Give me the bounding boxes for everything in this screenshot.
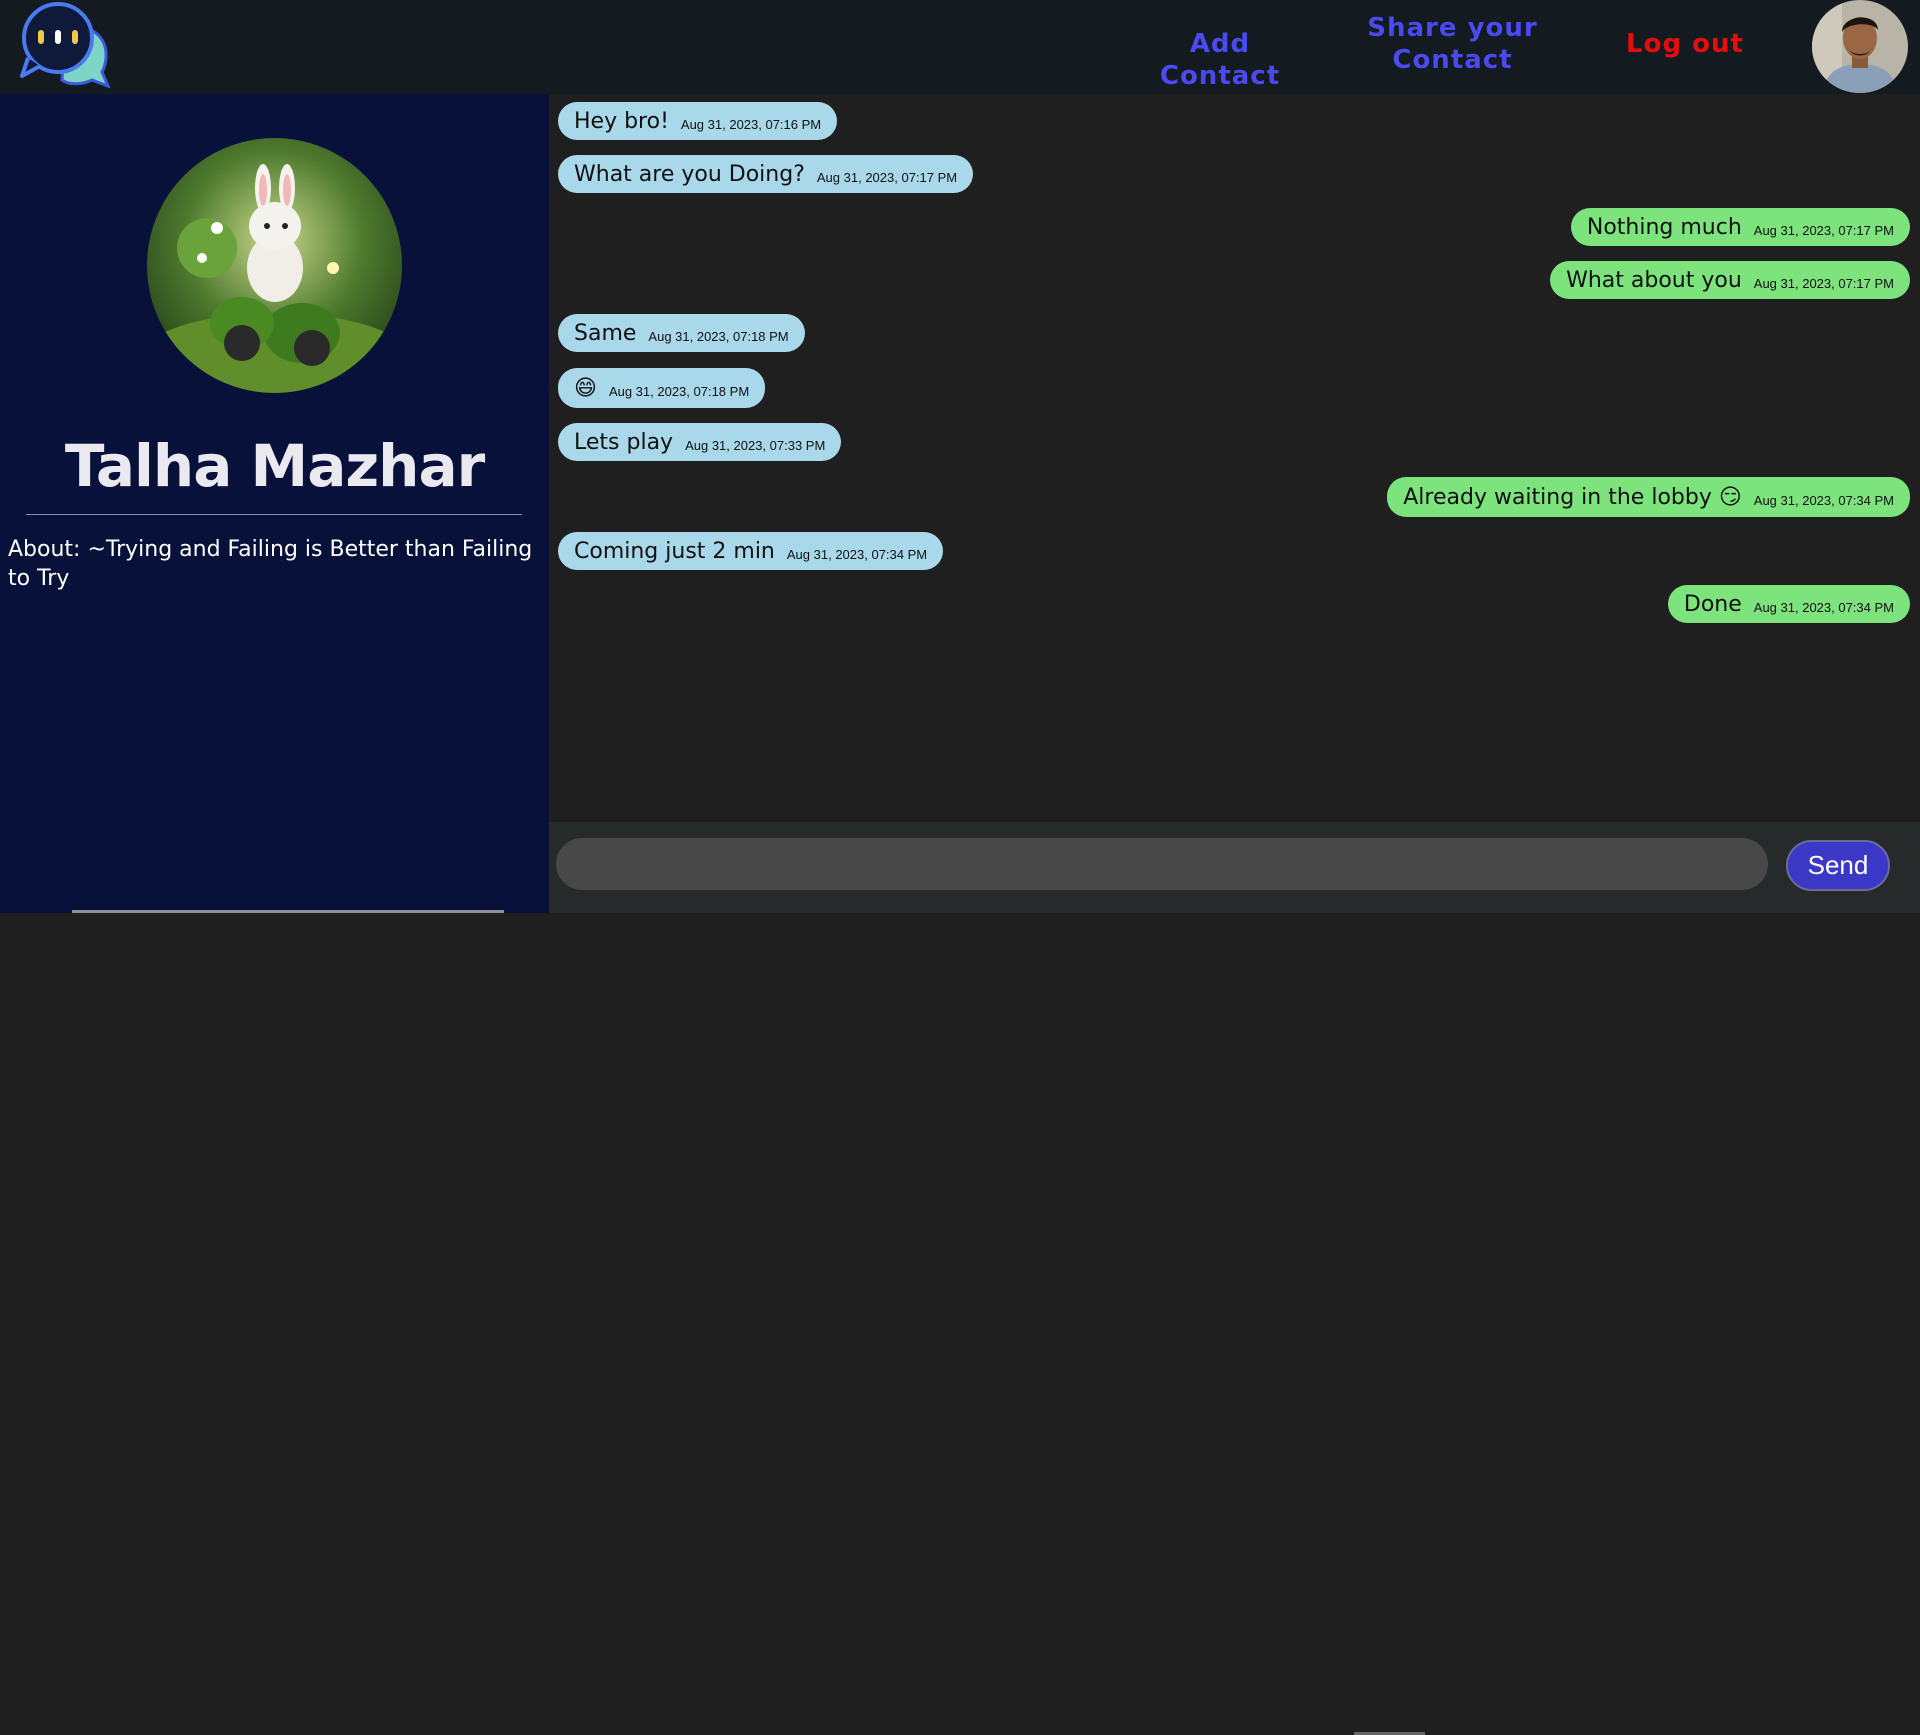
message-row: 😄 Aug 31, 2023, 07:18 PM: [549, 368, 1920, 408]
message-bubble-outgoing[interactable]: Done Aug 31, 2023, 07:34 PM: [1667, 585, 1910, 623]
message-timestamp: Aug 31, 2023, 07:18 PM: [648, 328, 789, 344]
message-bubble-outgoing[interactable]: What about you Aug 31, 2023, 07:17 PM: [1550, 261, 1910, 299]
message-text: Nothing much: [1586, 214, 1742, 240]
message-timestamp: Aug 31, 2023, 07:17 PM: [816, 169, 958, 185]
message-timestamp: Aug 31, 2023, 07:17 PM: [1753, 222, 1894, 238]
contact-profile-panel: Talha Mazhar About: ~Trying and Failing …: [0, 94, 549, 913]
message-text: Lets play: [574, 429, 674, 455]
message-bubble-incoming[interactable]: What are you Doing? Aug 31, 2023, 07:17 …: [558, 155, 974, 193]
contact-profile-picture: [147, 138, 402, 393]
add-contact-link[interactable]: Add Contact: [1130, 28, 1310, 92]
user-avatar[interactable]: [1812, 0, 1908, 93]
message-bubble-incoming[interactable]: Hey bro! Aug 31, 2023, 07:16 PM: [558, 102, 838, 140]
logout-link[interactable]: Log out: [1615, 28, 1755, 60]
message-row: Hey bro! Aug 31, 2023, 07:16 PM: [549, 102, 1920, 142]
message-input[interactable]: [556, 838, 1768, 890]
message-row: Nothing much Aug 31, 2023, 07:17 PM: [549, 208, 1920, 248]
message-bubble-incoming[interactable]: Same Aug 31, 2023, 07:18 PM: [558, 314, 805, 352]
message-text: Hey bro!: [574, 108, 669, 134]
send-button[interactable]: Send: [1786, 840, 1890, 891]
message-row: What about you Aug 31, 2023, 07:17 PM: [549, 261, 1920, 301]
message-text: Done: [1683, 591, 1742, 617]
message-bubble-outgoing[interactable]: Nothing much Aug 31, 2023, 07:17 PM: [1570, 208, 1910, 246]
message-text: 😄: [574, 375, 597, 401]
message-timestamp: Aug 31, 2023, 07:34 PM: [786, 546, 928, 562]
message-row: Already waiting in the lobby 😏 Aug 31, 2…: [549, 477, 1920, 517]
contact-about: About: ~Trying and Failing is Better tha…: [8, 537, 533, 591]
message-row: Coming just 2 min Aug 31, 2023, 07:34 PM: [549, 532, 1920, 572]
message-bubble-incoming[interactable]: Coming just 2 min Aug 31, 2023, 07:34 PM: [558, 532, 944, 570]
message-bubble-incoming[interactable]: 😄 Aug 31, 2023, 07:18 PM: [558, 368, 766, 408]
top-navbar: Add Contact Share your Contact Log out: [0, 0, 1920, 94]
message-timestamp: Aug 31, 2023, 07:33 PM: [685, 437, 826, 453]
message-composer: Send: [549, 822, 1920, 1735]
message-text: Coming just 2 min: [574, 538, 775, 564]
message-timestamp: Aug 31, 2023, 07:16 PM: [680, 116, 822, 132]
message-text: What are you Doing?: [574, 161, 805, 187]
contact-name: Talha Mazhar: [64, 432, 485, 500]
message-row: Same Aug 31, 2023, 07:18 PM: [549, 314, 1920, 354]
message-timestamp: Aug 31, 2023, 07:34 PM: [1753, 599, 1894, 615]
message-bubble-incoming[interactable]: Lets play Aug 31, 2023, 07:33 PM: [558, 423, 842, 461]
share-contact-link[interactable]: Share your Contact: [1360, 12, 1545, 76]
message-text: Already waiting in the lobby 😏: [1403, 484, 1742, 510]
message-text: What about you: [1566, 267, 1742, 293]
chat-messages-area[interactable]: Hey bro! Aug 31, 2023, 07:16 PM What are…: [549, 94, 1920, 822]
message-text: Same: [574, 320, 637, 346]
message-timestamp: Aug 31, 2023, 07:17 PM: [1753, 275, 1894, 291]
message-row: What are you Doing? Aug 31, 2023, 07:17 …: [549, 155, 1920, 195]
message-row: Lets play Aug 31, 2023, 07:33 PM: [549, 423, 1920, 463]
message-timestamp: Aug 31, 2023, 07:18 PM: [608, 383, 750, 399]
app-logo-icon[interactable]: [18, 0, 114, 90]
message-bubble-outgoing[interactable]: Already waiting in the lobby 😏 Aug 31, 2…: [1387, 477, 1910, 517]
message-timestamp: Aug 31, 2023, 07:34 PM: [1753, 492, 1894, 508]
message-row: Done Aug 31, 2023, 07:34 PM: [549, 585, 1920, 625]
profile-divider: [26, 514, 522, 515]
